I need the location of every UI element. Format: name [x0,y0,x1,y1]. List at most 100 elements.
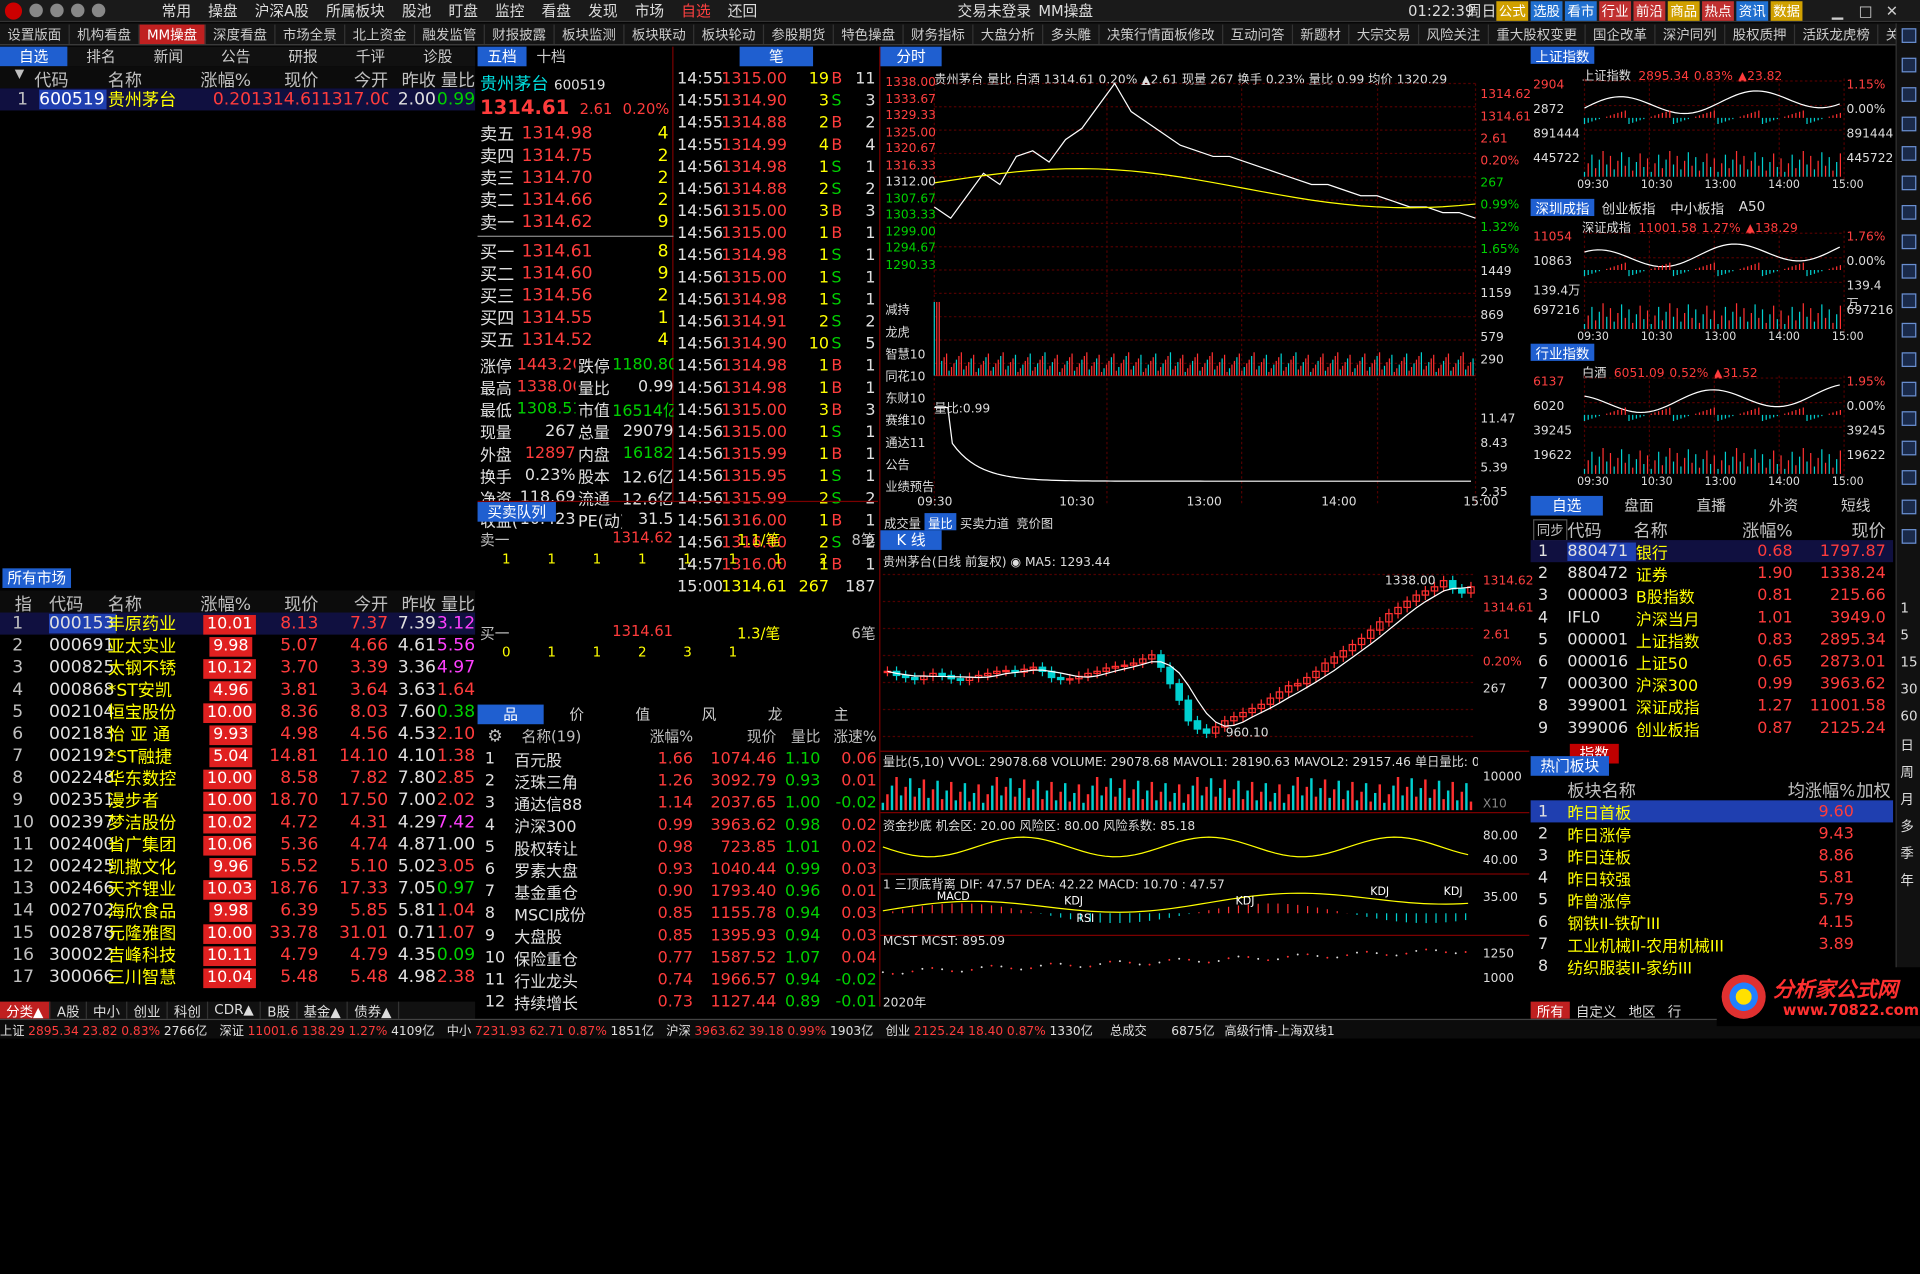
right-list-tab[interactable]: 短线 [1820,496,1892,516]
table-row[interactable]: 16 300022 吉峰科技 10.11 4.79 4.79 4.35 0.09 [0,944,475,966]
period-button[interactable]: 多 [1900,816,1913,836]
menu-item[interactable]: 监控 [495,0,524,21]
intraday-subtab[interactable]: 竞价图 [1013,513,1057,532]
menu-item[interactable]: 所属板块 [326,0,385,21]
ask-level[interactable]: 卖四 1314.75 2 [478,145,674,167]
table-row[interactable]: 8 002248 华东数控 10.00 8.58 7.82 7.80 2.85 [0,767,475,789]
list-item[interactable]: 9 399006 创业板指 0.87 2125.24 [1531,717,1893,740]
queue-title[interactable]: 买卖队列 [477,502,556,522]
right-list-tab[interactable]: 自选 [1530,495,1603,516]
period-button[interactable]: 季 [1900,843,1913,863]
quick-button[interactable]: 前沿 [1633,0,1666,21]
toolbar-item[interactable]: 参股期货 [764,23,834,44]
market-category-tab[interactable]: B股 [261,1001,298,1020]
side-label[interactable]: 减持 [885,300,909,318]
table-row[interactable]: 12 002425 凯撒文化 9.96 5.52 5.10 5.02 3.05 [0,856,475,878]
market-category-tab[interactable]: 科创 [168,1001,209,1020]
menu-item[interactable]: 常用 [162,0,191,21]
tool-icon[interactable] [1901,116,1917,132]
hot-tab[interactable]: 地区 [1622,1002,1661,1020]
toolbar-item[interactable]: 财务指标 [904,23,974,44]
hot-tab[interactable]: 所有 [1530,1001,1570,1020]
table-row[interactable]: 5 002104 恒宝股份 10.00 8.36 8.03 7.60 0.38 [0,701,475,723]
menu-item[interactable]: 盯盘 [449,0,478,21]
period-button[interactable]: 30 [1900,681,1917,697]
market-category-tab[interactable]: 基金▲ [297,1001,349,1020]
toolbar-item[interactable]: 风险关注 [1419,23,1489,44]
sector-tab[interactable]: 价 [544,705,610,725]
column-header[interactable]: 现价 [1793,518,1885,543]
column-header[interactable]: 名称(19) [522,725,620,746]
sector-tab[interactable]: 值 [610,705,676,725]
close-icon[interactable]: ✕ [1886,2,1898,19]
bid-level[interactable]: 买二 1314.60 9 [478,263,674,285]
toolbar-item[interactable]: 机构看盘 [70,23,140,44]
tool-icon[interactable] [1901,352,1917,368]
list-item[interactable]: 7 000300 沪深300 0.99 3963.62 [1531,673,1893,696]
quick-button[interactable]: 商品 [1667,0,1700,21]
toolbar-item[interactable]: 新题材 [1293,23,1350,44]
sector-row[interactable]: 1 百元股 1.66 1074.46 1.10 0.06 [478,748,878,770]
ask-level[interactable]: 卖三 1314.70 2 [478,167,674,189]
quick-button[interactable]: 行业 [1599,0,1632,21]
column-header[interactable]: 加权 [1856,778,1893,803]
status-index[interactable]: 沪深 3963.62 39.18 0.99% 1903亿 [666,1020,873,1039]
toolbar-item[interactable]: 大宗交易 [1349,23,1420,44]
table-row[interactable]: 10 002397 梦洁股份 10.02 4.72 4.31 4.29 7.42 [0,811,475,834]
status-index[interactable]: 上证 2895.34 23.82 0.83% 2766亿 [0,1020,207,1039]
toolbar-item[interactable]: 国企改革 [1586,23,1656,44]
table-row[interactable]: 11 002400 省广集团 10.06 5.36 4.74 4.87 1.00 [0,833,475,856]
menu-item[interactable]: 发现 [588,0,617,21]
list-item[interactable]: 2 昨日涨停 9.43 [1531,822,1893,845]
sector-row[interactable]: 7 基金重仓 0.90 1793.40 0.96 0.01 [478,880,878,903]
sector-tab[interactable]: 龙 [742,705,808,725]
left-tab[interactable]: 千评 [337,47,404,67]
sector-row[interactable]: 6 罗素大盘 0.93 1040.44 0.99 0.03 [478,858,878,881]
list-item[interactable]: 5 000001 上证指数 0.83 2895.34 [1531,628,1893,651]
ask-level[interactable]: 卖二 1314.66 2 [478,189,674,211]
settings-gear-icon[interactable]: ⚙ [487,727,502,747]
sector-row[interactable]: 12 持续增长 0.73 1127.44 0.89 -0.01 [478,991,878,1013]
market-category-tab[interactable]: A股 [51,1001,87,1020]
window-circle-icon[interactable] [91,3,106,18]
tool-icon[interactable] [1901,411,1917,426]
trade-status[interactable]: 交易未登录 [958,0,1031,21]
minimize-icon[interactable]: ▁ [1832,2,1843,19]
toolbar-item[interactable]: 板块轮动 [694,23,765,44]
intraday-subtab[interactable]: 买卖力道 [956,513,1012,532]
index-chart[interactable]: 行业指数 白酒 6051.09 0.52% ▲31.52 6137 6020 39245 196… [1530,343,1893,491]
tool-icon[interactable] [1901,499,1917,515]
menu-item[interactable]: 操盘 [208,0,237,21]
tab-ten-levels[interactable]: 十档 [527,47,576,67]
bid-level[interactable]: 买三 1314.56 2 [478,285,674,307]
list-item[interactable]: 6 000016 上证50 0.65 2873.01 [1531,651,1893,673]
market-category-tab[interactable]: 创业 [127,1001,168,1020]
list-item[interactable]: 3 000003 B股指数 0.81 215.66 [1531,584,1893,607]
list-item[interactable]: 7 工业机械II-农用机械III 3.89 [1531,933,1893,956]
list-item[interactable]: 5 昨曾涨停 5.79 [1531,889,1893,912]
sync-button[interactable]: 同步 [1533,519,1568,542]
toolbar-item[interactable]: 大盘分析 [973,23,1044,44]
tool-icon[interactable] [1901,529,1917,544]
toolbar-item[interactable]: MM操盘 [139,23,206,44]
side-label[interactable]: 赛维10 [885,410,925,429]
tab-ticks[interactable]: 笔 [739,46,814,67]
table-row[interactable]: 6 002183 怡 亚 通 9.93 4.98 4.56 4.53 2.10 [0,723,475,745]
bid-level[interactable]: 买四 1314.55 1 [478,307,674,329]
column-header[interactable]: 代码 [1567,518,1640,543]
menu-item[interactable]: 沪深A股 [255,0,309,21]
tool-icon[interactable] [1901,293,1917,309]
window-circle-icon[interactable] [29,3,43,18]
list-item[interactable]: 1 昨日首板 9.60 [1530,800,1894,823]
table-row[interactable]: 3 000825 太钢不锈 10.12 3.70 3.39 3.36 4.97 [0,657,475,679]
window-circle-icon[interactable] [50,3,64,18]
menu-item[interactable]: 市场 [635,0,664,21]
sector-row[interactable]: 10 保险重仓 0.77 1587.52 1.07 0.04 [478,946,878,969]
side-label[interactable]: 智慧10 [885,344,925,363]
toolbar-item[interactable]: 股权质押 [1725,23,1796,44]
sector-row[interactable]: 11 行业龙头 0.74 1966.57 0.94 -0.02 [478,968,878,991]
market-category-tab[interactable]: CDR▲ [208,1001,262,1019]
tool-icon[interactable] [1901,470,1917,485]
tool-icon[interactable] [1901,175,1917,191]
market-category-tab[interactable]: 中小 [87,1001,128,1020]
